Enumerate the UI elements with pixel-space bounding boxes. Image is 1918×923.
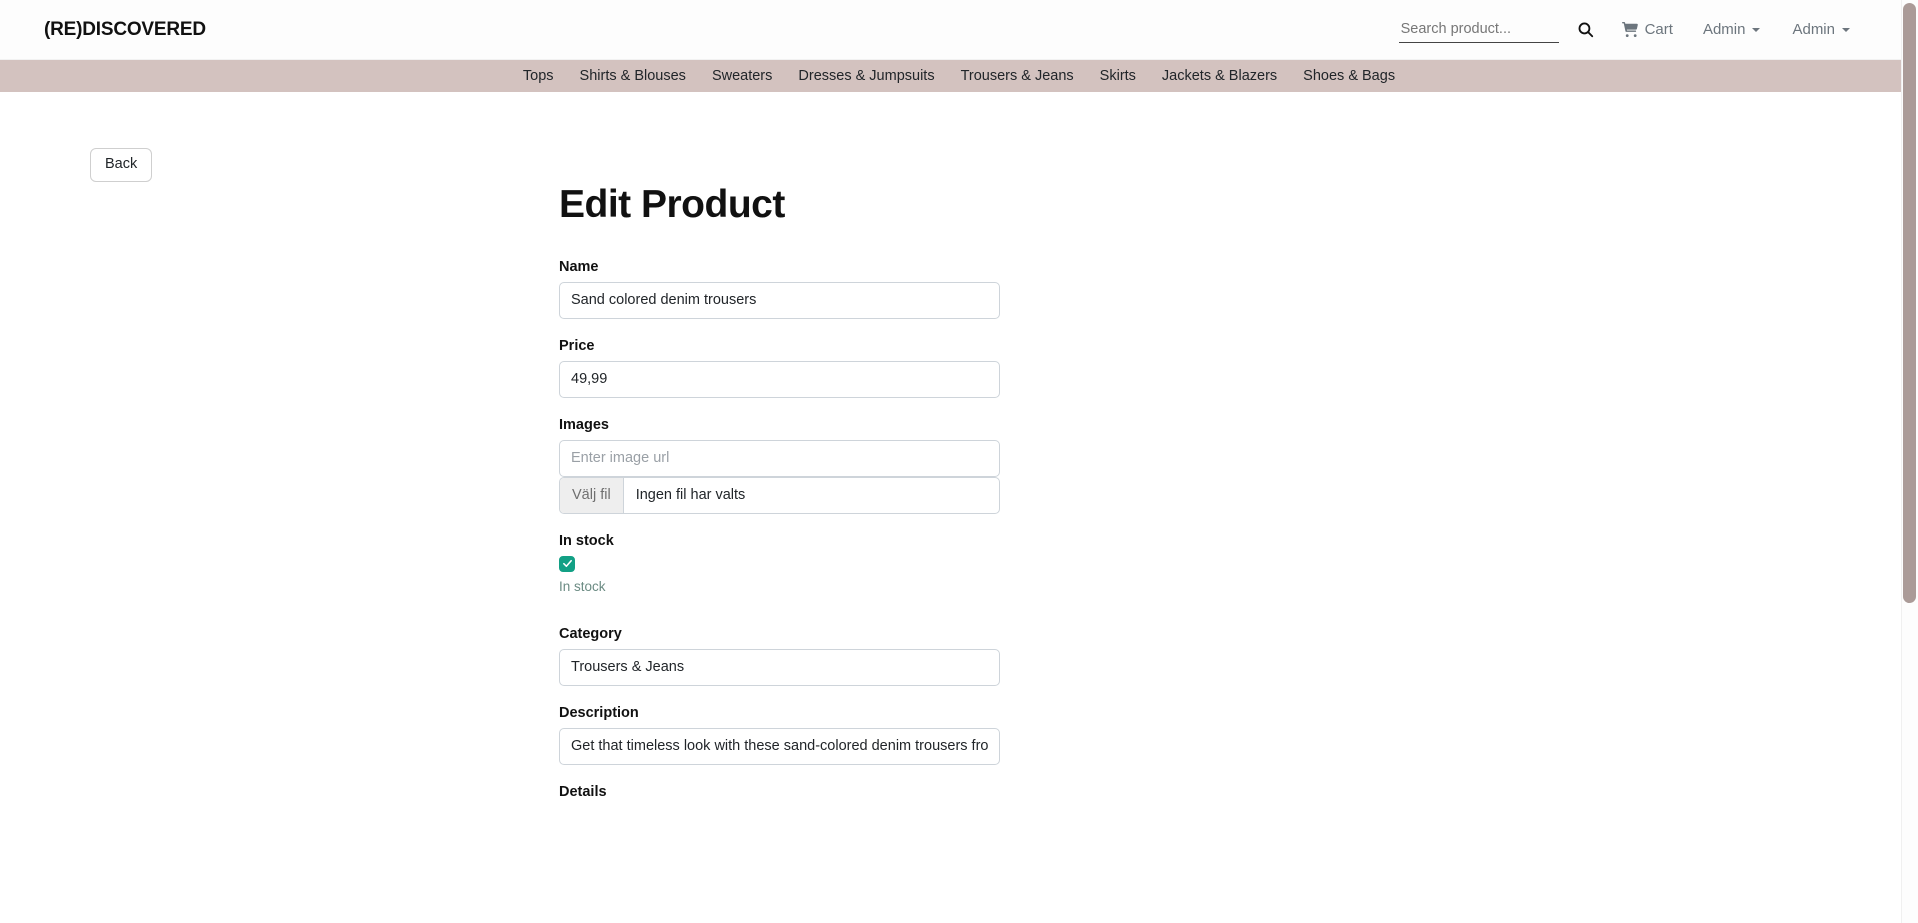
brand-logo[interactable]: (RE)DISCOVERED — [44, 19, 206, 41]
nav-item-tops[interactable]: Tops — [510, 60, 567, 92]
nav-item-sweaters[interactable]: Sweaters — [699, 60, 785, 92]
shopping-cart-icon — [1621, 22, 1638, 37]
nav-item-shirts-blouses[interactable]: Shirts & Blouses — [567, 60, 699, 92]
admin-menu-2-label: Admin — [1792, 21, 1835, 38]
nav-item-skirts[interactable]: Skirts — [1087, 60, 1149, 92]
cart-label: Cart — [1644, 21, 1673, 38]
name-input[interactable] — [559, 281, 1000, 319]
field-description: Description — [559, 705, 1000, 765]
admin-menu-1[interactable]: Admin — [1687, 21, 1777, 38]
admin-menu-1-label: Admin — [1702, 21, 1746, 38]
page-scrollbar[interactable] — [1901, 0, 1918, 923]
nav-item-dresses-jumpsuits[interactable]: Dresses & Jumpsuits — [785, 60, 947, 92]
name-label: Name — [559, 258, 599, 275]
details-label: Details — [559, 783, 607, 800]
site-header: (RE)DISCOVERED Cart Admin — [0, 0, 1918, 60]
price-input[interactable] — [559, 360, 1000, 398]
field-price: Price — [559, 338, 1000, 398]
search-group — [1398, 16, 1608, 43]
header-right-group: Cart Admin Admin — [1398, 16, 1866, 43]
images-label: Images — [559, 416, 609, 433]
cart-link[interactable]: Cart — [1608, 21, 1687, 38]
category-label: Category — [559, 625, 622, 642]
scrollbar-thumb[interactable] — [1903, 3, 1916, 603]
admin-menu-2[interactable]: Admin — [1776, 21, 1866, 38]
chevron-down-icon — [1752, 27, 1761, 32]
category-input[interactable] — [559, 648, 1000, 686]
field-details: Details — [559, 784, 1000, 800]
choose-file-button[interactable]: Välj fil — [560, 477, 624, 513]
file-status-text: Ingen fil har valts — [635, 487, 746, 504]
nav-item-trousers-jeans[interactable]: Trousers & Jeans — [948, 60, 1087, 92]
category-nav: Tops Shirts & Blouses Sweaters Dresses &… — [0, 60, 1918, 92]
field-name: Name — [559, 259, 1000, 319]
search-icon — [1578, 22, 1593, 38]
in-stock-label: In stock — [559, 532, 614, 549]
in-stock-checkbox-label: In stock — [559, 578, 606, 594]
nav-item-jackets-blazers[interactable]: Jackets & Blazers — [1149, 60, 1290, 92]
page-root: (RE)DISCOVERED Cart Admin — [0, 0, 1918, 923]
edit-product-form: Edit Product Name Price Images Välj fil … — [559, 183, 1000, 819]
check-icon — [562, 560, 572, 568]
page-title: Edit Product — [559, 183, 785, 226]
in-stock-checkbox[interactable] — [559, 555, 575, 572]
back-button[interactable]: Back — [90, 148, 153, 182]
search-input[interactable] — [1398, 16, 1559, 43]
field-in-stock: In stock In stock — [559, 533, 1000, 594]
search-button[interactable] — [1559, 21, 1608, 38]
description-input[interactable] — [559, 727, 1000, 765]
nav-item-shoes-bags[interactable]: Shoes & Bags — [1290, 60, 1408, 92]
chevron-down-icon — [1842, 27, 1850, 32]
field-category: Category — [559, 626, 1000, 686]
image-file-input[interactable]: Välj fil Ingen fil har valts — [559, 476, 1000, 514]
main-content: Back Edit Product Name Price Images Välj… — [0, 92, 1918, 923]
field-images: Images Välj fil Ingen fil har valts — [559, 417, 1000, 514]
description-label: Description — [559, 704, 639, 721]
price-label: Price — [559, 337, 595, 354]
image-url-input[interactable] — [559, 439, 1000, 477]
